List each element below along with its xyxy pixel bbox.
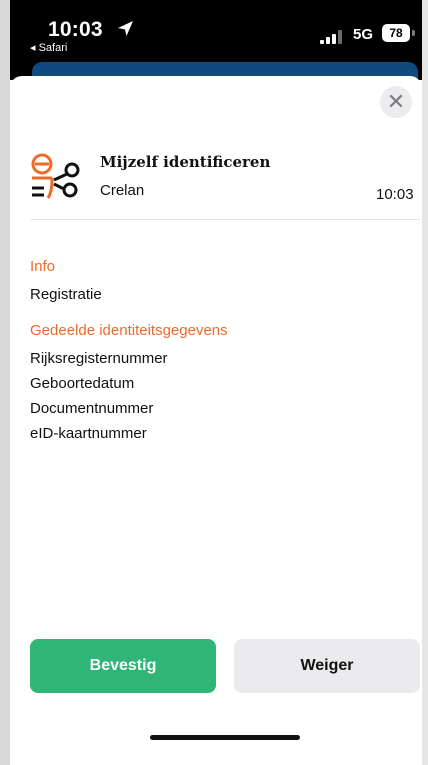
request-timestamp: 10:03 (376, 186, 414, 203)
status-time: 10:03 (48, 18, 103, 41)
signal-bars-icon (320, 30, 342, 44)
location-arrow-icon (118, 21, 133, 36)
confirm-button[interactable]: Bevestig (30, 639, 216, 693)
shared-data-item: Rijksregisternummer (30, 350, 168, 367)
battery-cap (412, 30, 415, 36)
network-type: 5G (353, 26, 374, 43)
battery-icon: 78 (382, 24, 416, 42)
requester-name: Crelan (100, 182, 145, 199)
left-frame-edge (0, 0, 10, 765)
close-button[interactable]: ✕ (380, 86, 412, 118)
right-frame-edge (422, 0, 428, 765)
sheet-title: Mijzelf identificeren (100, 153, 271, 171)
shared-data-item: Geboortedatum (30, 375, 135, 392)
shared-data-item: Documentnummer (30, 400, 154, 417)
battery-level: 78 (382, 24, 410, 42)
shared-data-heading: Gedeelde identiteitsgegevens (30, 322, 228, 339)
deny-button[interactable]: Weiger (234, 639, 420, 693)
info-heading: Info (30, 258, 56, 275)
itsme-share-identity-icon (31, 153, 80, 199)
header-divider (30, 219, 420, 220)
back-to-safari-link[interactable]: ◂ Safari (30, 41, 67, 54)
home-indicator[interactable] (150, 735, 300, 740)
info-value: Registratie (30, 286, 102, 303)
close-icon: ✕ (386, 89, 406, 114)
shared-data-item: eID-kaartnummer (30, 425, 147, 442)
